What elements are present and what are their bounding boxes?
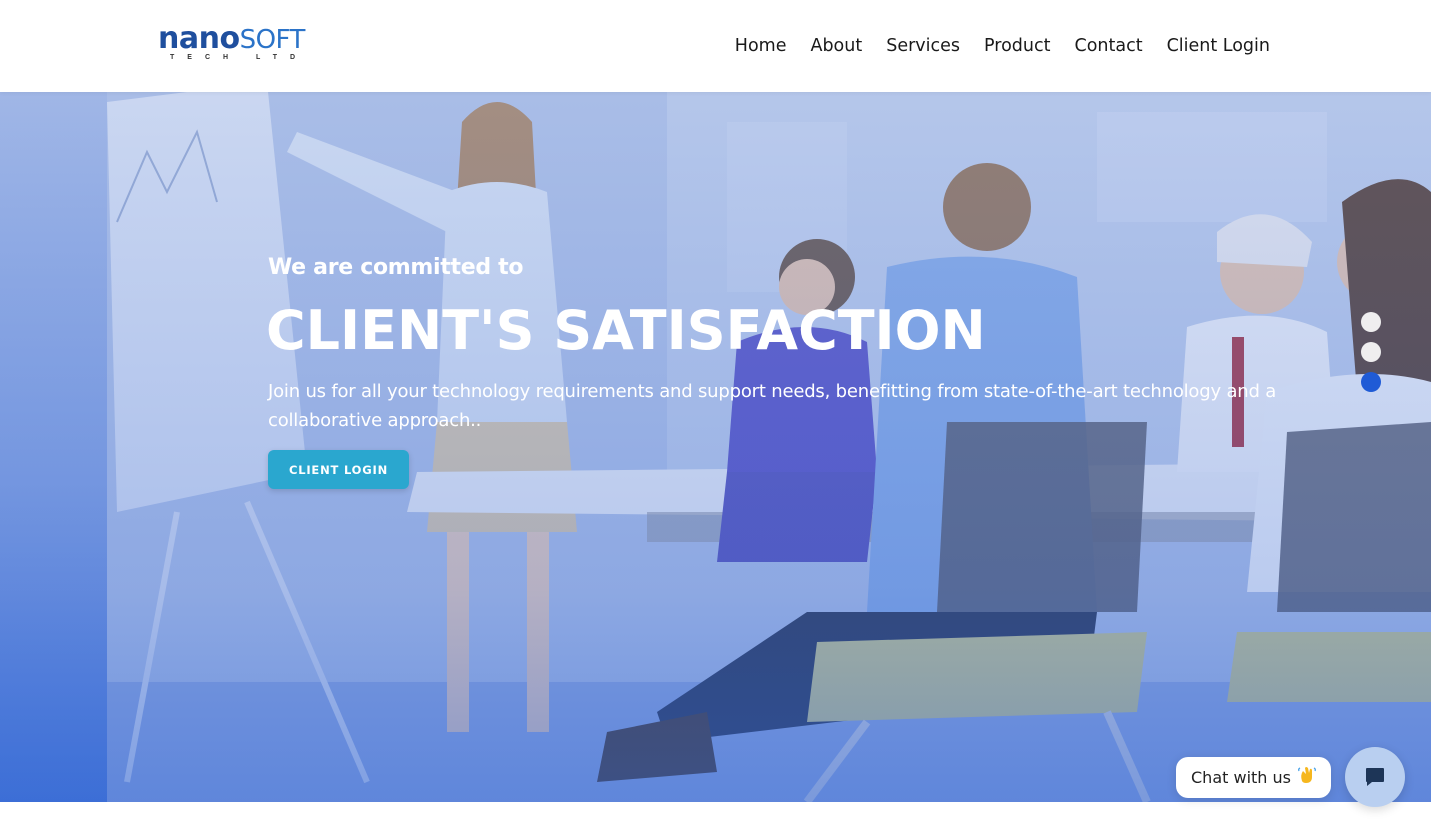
page-bottom-area [0, 802, 1431, 829]
main-nav: Home About Services Product Contact Clie… [735, 34, 1270, 58]
logo-tagline: TECH LTD [170, 54, 309, 61]
waving-hand-icon [1297, 765, 1317, 790]
chat-launcher-button[interactable] [1345, 747, 1405, 807]
nav-product[interactable]: Product [984, 34, 1050, 58]
slider-pagination [1361, 312, 1381, 402]
client-login-button[interactable]: CLIENT LOGIN [268, 450, 409, 489]
nav-client-login[interactable]: Client Login [1167, 34, 1270, 58]
hero-kicker: We are committed to [268, 255, 524, 280]
hero-slider: We are committed to CLIENT'S SATISFACTIO… [0, 92, 1431, 802]
nav-home[interactable]: Home [735, 34, 787, 58]
slider-dot-3-active[interactable] [1361, 372, 1381, 392]
nav-contact[interactable]: Contact [1074, 34, 1142, 58]
logo-brand-soft: SOFT [239, 25, 306, 55]
nanosoft-logo[interactable]: nanoSOFT TECH LTD [158, 22, 328, 66]
logo-brand-main: nano [158, 21, 240, 56]
hero-color-overlay [0, 92, 1431, 802]
hero-title: CLIENT'S SATISFACTION [266, 299, 986, 362]
nav-about[interactable]: About [810, 34, 862, 58]
slider-dot-1[interactable] [1361, 312, 1381, 332]
chat-prompt-text: Chat with us [1191, 768, 1291, 787]
nav-services[interactable]: Services [886, 34, 960, 58]
slider-dot-2[interactable] [1361, 342, 1381, 362]
chat-icon [1366, 768, 1384, 786]
chat-prompt-bubble[interactable]: Chat with us [1176, 757, 1331, 798]
hero-description: Join us for all your technology requirem… [268, 381, 1277, 431]
site-header: nanoSOFT TECH LTD Home About Services Pr… [0, 0, 1431, 92]
